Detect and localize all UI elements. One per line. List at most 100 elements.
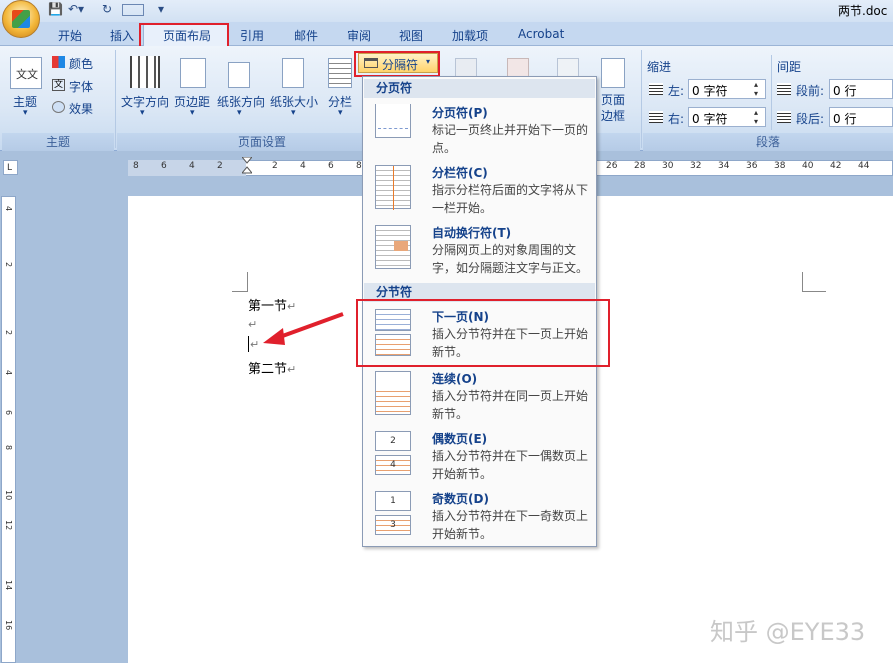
ruler-number: 8: [133, 161, 139, 171]
print-preview-icon[interactable]: [122, 4, 144, 16]
ruler-left-margin: [128, 160, 246, 176]
fonts-icon: 文: [52, 79, 65, 91]
undo-icon[interactable]: ↶▾: [68, 2, 84, 18]
menu-item-even-page[interactable]: 2 4 偶数页(E) 插入分节符并在下一偶数页上开始新节。: [365, 425, 594, 483]
page-break-desc: 标记一页终止并开始下一页的点。: [432, 121, 597, 157]
continuous-desc: 插入分节符并在同一页上开始新节。: [432, 387, 597, 423]
vertical-ruler-number: 2: [4, 330, 13, 335]
vertical-ruler-number: 12: [4, 520, 13, 530]
spacing-after-value: 0 行: [833, 110, 856, 127]
tab-home[interactable]: 开始: [58, 27, 82, 44]
ruler-number: 28: [634, 161, 645, 171]
page-border-button[interactable]: 页面 边框: [601, 92, 625, 124]
tab-review[interactable]: 审阅: [347, 27, 371, 44]
column-break-title: 分栏符(C): [432, 164, 488, 181]
spacing-before-icon: [777, 83, 791, 95]
text-direction-icon: [130, 56, 160, 88]
tab-acrobat[interactable]: Acrobat: [518, 27, 564, 41]
indent-title: 缩进: [647, 58, 671, 75]
even-page-title: 偶数页(E): [432, 430, 487, 447]
continuous-icon: [375, 371, 411, 415]
continuous-title: 连续(O): [432, 370, 477, 387]
menu-item-column-break[interactable]: 分栏符(C) 指示分栏符后面的文字将从下一栏开始。: [365, 159, 594, 217]
indent-right-icon: [649, 111, 663, 123]
page-breaks-header: 分页符: [364, 79, 595, 98]
text-wrapping-break-title: 自动换行符(T): [432, 224, 511, 241]
ruler-number: 2: [217, 161, 223, 171]
theme-group-label: 主题: [2, 133, 114, 151]
spacing-after-input[interactable]: 0 行: [829, 107, 893, 127]
document-title: 两节.doc: [838, 2, 887, 19]
tab-references[interactable]: 引用: [240, 27, 264, 44]
zhihu-watermark: 知乎 @EYE33: [710, 612, 865, 647]
even-page-desc: 插入分节符并在下一偶数页上开始新节。: [432, 447, 597, 483]
menu-item-page-break[interactable]: 分页符(P) 标记一页终止并开始下一页的点。: [365, 99, 594, 157]
margins-dropdown-icon[interactable]: ▾: [190, 108, 195, 118]
page-break-line: [378, 128, 408, 129]
page-break-icon: [375, 104, 411, 138]
columns-dropdown-icon[interactable]: ▾: [338, 108, 343, 118]
menu-item-continuous[interactable]: 连续(O) 插入分节符并在同一页上开始新节。: [365, 365, 594, 423]
red-arrow-icon: [255, 308, 350, 348]
indent-right-spinner-icon[interactable]: ▴▾: [754, 108, 758, 126]
group-separator-2: [641, 50, 642, 148]
indent-left-label: 左:: [668, 82, 684, 99]
vertical-ruler-number: 4: [4, 206, 13, 211]
fonts-button[interactable]: 字体: [69, 78, 93, 95]
ruler-number: 30: [662, 161, 673, 171]
even-page-icon-bottom: 4: [375, 455, 411, 475]
crop-mark-left: [232, 272, 248, 292]
indent-left-icon: [649, 83, 663, 95]
indent-left-value: 0 字符: [692, 82, 727, 99]
menu-item-odd-page[interactable]: 1 3 奇数页(D) 插入分节符并在下一奇数页上开始新节。: [365, 485, 594, 543]
ruler-number: 26: [606, 161, 617, 171]
redo-icon[interactable]: ↻: [102, 2, 112, 18]
indent-left-input[interactable]: 0 字符 ▴▾: [688, 79, 766, 99]
column-break-desc: 指示分栏符后面的文字将从下一栏开始。: [432, 181, 597, 217]
effects-button[interactable]: 效果: [69, 100, 93, 117]
orientation-dropdown-icon[interactable]: ▾: [237, 108, 242, 118]
tab-view[interactable]: 视图: [399, 27, 423, 44]
effects-icon: [52, 101, 65, 113]
text-direction-dropdown-icon[interactable]: ▾: [140, 108, 145, 118]
spacing-after-label: 段后:: [796, 110, 824, 127]
indent-right-label: 右:: [668, 110, 684, 127]
orientation-icon: [228, 62, 250, 88]
crop-mark-right: [802, 272, 826, 292]
colors-icon: [52, 56, 65, 68]
ruler-number: 34: [718, 161, 729, 171]
customize-qat-icon[interactable]: ▾: [158, 2, 164, 18]
theme-icon: 文文: [10, 57, 42, 89]
tab-addins[interactable]: 加载项: [452, 27, 488, 44]
columns-icon: [328, 58, 352, 88]
office-button[interactable]: [2, 0, 40, 38]
ruler-number: 42: [830, 161, 841, 171]
vertical-ruler-number: 2: [4, 262, 13, 267]
ruler-number: 6: [328, 161, 334, 171]
indent-marker-icon[interactable]: [242, 157, 252, 177]
next-page-highlight-box: [356, 299, 610, 367]
ruler-number: 2: [272, 161, 278, 171]
tab-stop-icon: L: [7, 163, 12, 173]
wrap-object: [394, 241, 408, 251]
text-direction-button[interactable]: 文字方向: [121, 93, 169, 110]
breaks-highlight-box: [354, 51, 440, 77]
spacing-before-input[interactable]: 0 行: [829, 79, 893, 99]
ruler-number: 4: [300, 161, 306, 171]
page-border-icon: [601, 58, 625, 88]
theme-dropdown-icon[interactable]: ▾: [23, 108, 28, 118]
indent-right-input[interactable]: 0 字符▴▾: [688, 107, 766, 127]
tab-insert[interactable]: 插入: [110, 27, 134, 44]
column-break-line: [393, 166, 394, 210]
text-cursor: [248, 336, 249, 352]
indent-left-spinner-icon[interactable]: ▴▾: [754, 80, 758, 98]
ruler-number: 44: [858, 161, 869, 171]
tab-selector[interactable]: L: [3, 160, 18, 175]
vertical-ruler-number: 10: [4, 490, 13, 500]
menu-item-text-wrapping-break[interactable]: 自动换行符(T) 分隔网页上的对象周围的文字，如分隔题注文字与正文。: [365, 219, 594, 277]
save-icon[interactable]: 💾: [48, 2, 63, 18]
colors-button[interactable]: 颜色: [69, 55, 93, 72]
size-dropdown-icon[interactable]: ▾: [291, 108, 296, 118]
tab-mailings[interactable]: 邮件: [294, 27, 318, 44]
column-break-icon: [375, 165, 411, 209]
